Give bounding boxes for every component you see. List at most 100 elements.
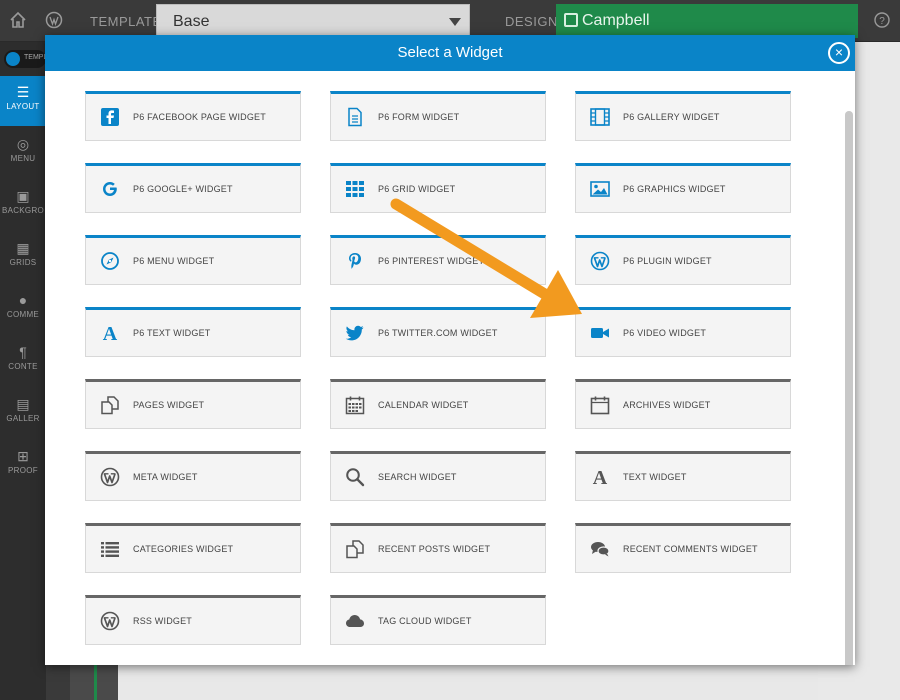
facebook-icon <box>100 107 120 127</box>
comment-icon: ● <box>18 292 28 308</box>
widget-label: P6 GALLERY WIDGET <box>623 112 720 122</box>
widget-label: CATEGORIES WIDGET <box>133 544 234 554</box>
chevron-down-icon <box>449 18 461 26</box>
help-icon[interactable]: ? <box>872 11 892 31</box>
widget-label: P6 GOOGLE+ WIDGET <box>133 184 233 194</box>
sidebar-item-label: GRIDS <box>9 258 37 267</box>
widget-label: P6 MENU WIDGET <box>133 256 215 266</box>
design-value: Campbell <box>582 12 650 29</box>
widget-tile[interactable]: A P6 TEXT WIDGET <box>85 307 301 357</box>
widget-label: RECENT POSTS WIDGET <box>378 544 491 554</box>
widget-label: P6 GRAPHICS WIDGET <box>623 184 726 194</box>
widget-tile[interactable]: P6 GOOGLE+ WIDGET <box>85 163 301 213</box>
design-select[interactable]: Campbell <box>556 4 858 38</box>
sidebar-item-background[interactable]: ▣ BACKGRO <box>0 180 46 230</box>
wordpress-icon[interactable] <box>44 11 64 31</box>
widget-tile[interactable]: P6 FACEBOOK PAGE WIDGET <box>85 91 301 141</box>
close-icon[interactable]: × <box>828 42 850 64</box>
wordpress-icon <box>100 467 120 487</box>
layout-icon: ☰ <box>16 84 30 100</box>
grid-icon: ▦ <box>16 240 30 256</box>
widget-label: P6 PINTEREST WIDGET <box>378 256 485 266</box>
select-widget-modal: Select a Widget × P6 FACEBOOK PAGE WIDGE… <box>45 35 855 665</box>
widget-label: P6 TEXT WIDGET <box>133 328 211 338</box>
widget-tile[interactable]: A TEXT WIDGET <box>575 451 791 501</box>
widget-label: TAG CLOUD WIDGET <box>378 616 472 626</box>
widget-tile[interactable]: TAG CLOUD WIDGET <box>330 595 546 645</box>
toggle-label: TEMPL <box>24 54 48 61</box>
widget-label: P6 FORM WIDGET <box>378 112 460 122</box>
widget-tile[interactable]: RSS WIDGET <box>85 595 301 645</box>
widget-label: RSS WIDGET <box>133 616 193 626</box>
home-icon[interactable] <box>8 11 28 31</box>
widget-tile[interactable]: META WIDGET <box>85 451 301 501</box>
sidebar-item-menu[interactable]: ◎ MENU <box>0 128 46 178</box>
widget-tile[interactable]: P6 FORM WIDGET <box>330 91 546 141</box>
sidebar-item-grids[interactable]: ▦ GRIDS <box>0 232 46 282</box>
widget-label: PAGES WIDGET <box>133 400 205 410</box>
widget-label: SEARCH WIDGET <box>378 472 457 482</box>
edit-icon <box>564 13 578 27</box>
widget-label: TEXT WIDGET <box>623 472 687 482</box>
widget-tile[interactable]: P6 MENU WIDGET <box>85 235 301 285</box>
widget-tile[interactable]: P6 GRID WIDGET <box>330 163 546 213</box>
modal-title: Select a Widget <box>397 44 503 61</box>
widget-tile[interactable]: P6 TWITTER.COM WIDGET <box>330 307 546 357</box>
widget-tile[interactable]: CALENDAR WIDGET <box>330 379 546 429</box>
design-label: DESIGN: <box>505 14 562 29</box>
widget-tile[interactable]: P6 PLUGIN WIDGET <box>575 235 791 285</box>
widget-label: CALENDAR WIDGET <box>378 400 469 410</box>
widget-label: P6 PLUGIN WIDGET <box>623 256 712 266</box>
sidebar-item-content[interactable]: ¶ CONTE <box>0 336 46 386</box>
sidebar-item-comments[interactable]: ● COMME <box>0 284 46 334</box>
search-icon <box>345 467 365 487</box>
sidebar-item-label: COMME <box>6 310 40 319</box>
pages-icon <box>100 395 120 415</box>
widget-tile[interactable]: P6 VIDEO WIDGET <box>575 307 791 357</box>
sidebar-item-label: CONTE <box>8 362 38 371</box>
widget-label: P6 FACEBOOK PAGE WIDGET <box>133 112 266 122</box>
widget-tile[interactable]: SEARCH WIDGET <box>330 451 546 501</box>
modal-header: Select a Widget × <box>45 35 855 71</box>
film-icon: ▤ <box>16 396 30 412</box>
svg-text:A: A <box>593 467 608 487</box>
calendar-icon <box>345 395 365 415</box>
template-select[interactable]: Base <box>156 4 470 38</box>
pinterest-icon <box>345 251 365 271</box>
svg-text:?: ? <box>879 16 885 27</box>
wordpress-icon <box>590 251 610 271</box>
widget-label: META WIDGET <box>133 472 198 482</box>
widget-tile[interactable]: PAGES WIDGET <box>85 379 301 429</box>
sidebar-item-label: LAYOUT <box>6 102 40 111</box>
comments-icon <box>590 539 610 559</box>
widget-tile[interactable]: CATEGORIES WIDGET <box>85 523 301 573</box>
wordpress-icon <box>100 611 120 631</box>
widget-label: P6 TWITTER.COM WIDGET <box>378 328 498 338</box>
sidebar-item-gallery[interactable]: ▤ GALLER <box>0 388 46 438</box>
widget-tile[interactable]: P6 PINTEREST WIDGET <box>330 235 546 285</box>
widget-tile[interactable]: ARCHIVES WIDGET <box>575 379 791 429</box>
widget-label: P6 GRID WIDGET <box>378 184 456 194</box>
google-icon <box>100 179 120 199</box>
list-icon <box>100 539 120 559</box>
template-value: Base <box>173 13 210 30</box>
widget-label: P6 VIDEO WIDGET <box>623 328 707 338</box>
scrollbar-thumb[interactable] <box>845 111 853 665</box>
toggle-knob <box>6 52 20 66</box>
modal-scrollbar[interactable] <box>845 111 853 665</box>
widget-label: ARCHIVES WIDGET <box>623 400 711 410</box>
sidebar-item-layout[interactable]: ☰ LAYOUT <box>0 76 46 126</box>
compass-icon: ◎ <box>16 136 30 152</box>
template-toggle[interactable]: TEMPL <box>4 50 48 68</box>
widget-tile[interactable]: P6 GALLERY WIDGET <box>575 91 791 141</box>
sidebar-item-proofing[interactable]: ⊞ PROOF <box>0 440 46 490</box>
widget-tile[interactable]: RECENT POSTS WIDGET <box>330 523 546 573</box>
image-icon <box>590 179 610 199</box>
modal-body: P6 FACEBOOK PAGE WIDGET P6 FORM WIDGET P6 … <box>45 71 855 665</box>
twitter-icon <box>345 323 365 343</box>
left-sidebar: TEMPL ☰ LAYOUT ◎ MENU ▣ BACKGRO ▦ GRIDS … <box>0 42 48 700</box>
sidebar-item-label: BACKGRO <box>1 206 45 215</box>
widget-tile[interactable]: RECENT COMMENTS WIDGET <box>575 523 791 573</box>
widget-tile[interactable]: P6 GRAPHICS WIDGET <box>575 163 791 213</box>
cart-icon: ⊞ <box>17 448 29 464</box>
